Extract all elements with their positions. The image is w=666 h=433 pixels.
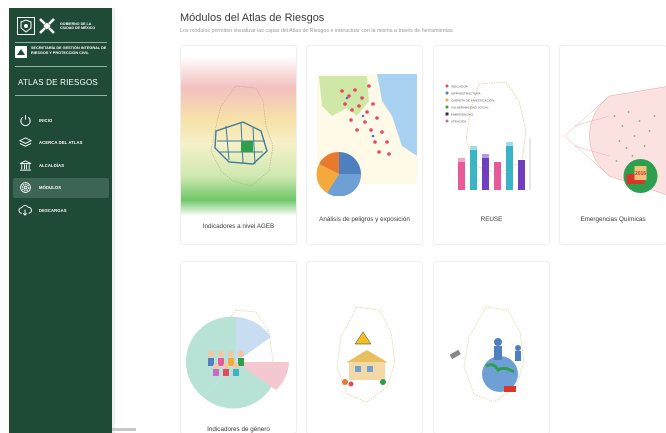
network-globe-image — [449, 306, 525, 403]
reuse-legend-item: ATENCIÓN — [451, 118, 466, 123]
agency-triangle-icon — [15, 46, 27, 58]
sidebar-item-label: INICIO — [39, 117, 53, 123]
cdmx-logo-icon — [38, 17, 56, 35]
module-card-emergencias-quimicas[interactable]: 2016 Emergencias Químicas — [560, 46, 666, 244]
sidebar-item-label: ACERCA DEL ATLAS — [39, 140, 83, 145]
sidebar: GOBIERNO DE LA CIUDAD DE MÉXICO SECRETAR… — [9, 8, 112, 433]
ageb-map-image — [181, 56, 296, 216]
card-label: Indicadores a nivel AGEB — [202, 223, 275, 230]
horizontal-scrollbar[interactable] — [112, 428, 136, 431]
module-card-7[interactable] — [434, 262, 549, 433]
sidebar-item-alcaldias[interactable]: ALCALDÍAS — [13, 155, 109, 175]
app-title: ATLAS DE RIESGOS — [18, 78, 98, 87]
gear-icon — [18, 181, 32, 195]
card-label: REUSE — [480, 216, 503, 223]
vertical-scrollbar[interactable] — [112, 8, 115, 433]
reuse-legend-item: INDICADOR — [451, 84, 469, 88]
page-subtitle: Los módulos permiten visualizar las capa… — [180, 28, 453, 34]
infrastructure-image — [336, 306, 396, 403]
card-label: Emergencias Químicas — [580, 216, 646, 223]
sidebar-item-descargas[interactable]: DESCARGAS — [13, 200, 109, 220]
gender-indicators-image — [185, 309, 289, 409]
reuse-legend-item: EMERGENCIAS — [451, 112, 473, 116]
sign-year: 2016 — [635, 171, 646, 177]
page-title: Módulos del Atlas de Riesgos — [180, 12, 325, 24]
sidebar-nav: INICIO ACERCA DEL ATLAS ALCALDÍAS MÓDULO… — [13, 110, 109, 223]
hazard-map-image — [316, 74, 417, 196]
card-label: Análisis de peligros y exposición — [319, 216, 410, 223]
card-label: Indicadores de género — [207, 426, 270, 433]
building-icon — [18, 158, 32, 172]
agency-logo: SECRETARÍA DE GESTIÓN INTEGRAL DE RIESGO… — [15, 46, 107, 58]
module-card-indicadores-ageb[interactable]: Indicadores a nivel AGEB — [181, 46, 296, 244]
reuse-chart-image: INDICADOR INFRAESTRUCTURA CARPETA DE INV… — [445, 81, 531, 190]
divider — [15, 66, 107, 67]
divider — [15, 95, 107, 96]
module-card-analisis-peligros[interactable]: Análisis de peligros y exposición — [307, 46, 422, 244]
module-card-reuse[interactable]: INDICADOR INFRAESTRUCTURA CARPETA DE INV… — [434, 46, 549, 244]
chemical-emergency-image: 2016 — [564, 86, 666, 195]
divider — [15, 42, 107, 43]
layers-icon — [18, 136, 32, 150]
reuse-legend-item: CARPETA DE INVESTIGACIÓN — [451, 97, 494, 102]
module-card-indicadores-genero[interactable]: Indicadores de género — [181, 262, 296, 433]
coat-of-arms-icon — [17, 17, 35, 35]
reuse-legend-item: INFRAESTRUCTURA — [451, 91, 481, 95]
gov-logo[interactable]: GOBIERNO DE LA CIUDAD DE MÉXICO — [17, 14, 100, 38]
agency-text: SECRETARÍA DE GESTIÓN INTEGRAL DE RIESGO… — [31, 46, 107, 55]
sidebar-item-label: ALCALDÍAS — [39, 162, 65, 168]
sidebar-item-label: MÓDULOS — [39, 185, 62, 190]
sidebar-item-label: DESCARGAS — [39, 207, 67, 213]
sidebar-item-inicio[interactable]: INICIO — [13, 110, 109, 130]
module-card-6[interactable] — [307, 262, 422, 433]
power-icon — [18, 113, 32, 127]
reuse-legend-item: VULNERABILIDAD SOCIAL — [451, 105, 489, 109]
sidebar-item-modulos[interactable]: MÓDULOS — [13, 177, 109, 198]
gov-logo-text: GOBIERNO DE LA CIUDAD DE MÉXICO — [60, 21, 96, 30]
cloud-download-icon — [18, 203, 32, 217]
sidebar-item-acerca[interactable]: ACERCA DEL ATLAS — [13, 133, 109, 153]
